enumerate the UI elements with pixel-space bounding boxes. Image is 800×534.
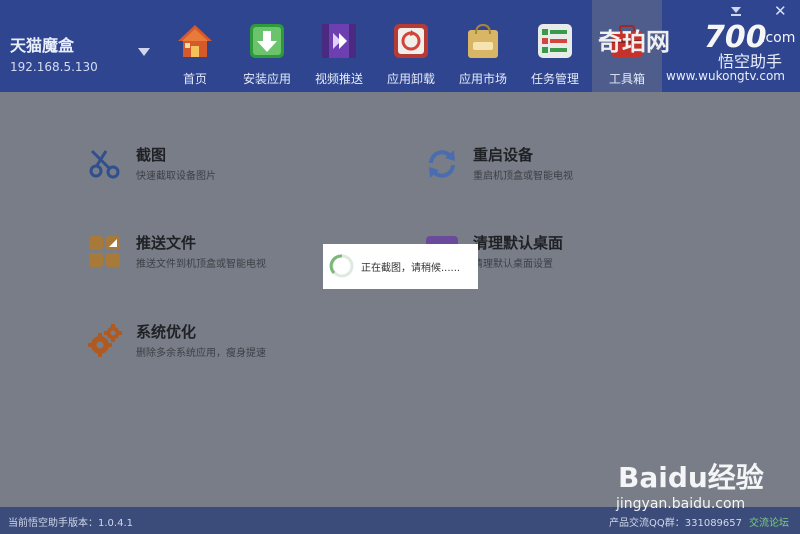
tool-description: 清理默认桌面设置	[473, 259, 553, 270]
nav-app-market[interactable]: 应用市场	[448, 0, 518, 92]
nav-install[interactable]: 安装应用	[232, 0, 302, 92]
home-icon	[178, 25, 212, 57]
nav-label: 视频推送	[314, 72, 363, 86]
tool-title: 推送文件	[136, 234, 197, 252]
device-ip: 192.168.5.130	[10, 60, 98, 74]
brand-com: .com	[761, 30, 796, 46]
device-selector[interactable]: 天猫魔盒 192.168.5.130	[10, 37, 98, 75]
spinner-icon	[329, 254, 354, 278]
toolbox-panel: 截图 快速截取设备图片 重启设备 重启机顶盒或智能电视 推送文件 推送文件到机顶…	[0, 92, 800, 507]
brand-url: www.wukongtv.com	[666, 69, 785, 83]
nav-label: 任务管理	[530, 72, 579, 86]
tool-description: 删除多余系统应用，瘦身提速	[136, 348, 266, 359]
loading-dialog: 正在截图，请稍候......	[323, 244, 478, 289]
nav-home[interactable]: 首页	[160, 0, 230, 92]
scissors-icon	[89, 149, 120, 179]
nav-label: 应用市场	[458, 72, 507, 86]
minimize-button[interactable]	[729, 6, 743, 16]
version-text: 当前悟空助手版本：1.0.4.1	[8, 518, 133, 529]
watermark-url: jingyan.baidu.com	[616, 496, 746, 512]
uninstall-icon	[394, 24, 428, 58]
header-bar: 天猫魔盒 192.168.5.130 首页 安装应用 视频推送 应用卸载 应用市…	[0, 0, 800, 92]
app-market-icon	[468, 23, 498, 58]
tool-description: 快速截取设备图片	[136, 171, 216, 182]
nav-label: 首页	[182, 72, 207, 86]
device-name[interactable]: 天猫魔盒	[10, 37, 98, 55]
push-file-icon	[89, 236, 120, 267]
nav-label: 应用卸载	[386, 72, 435, 86]
tool-description: 推送文件到机顶盒或智能电视	[136, 259, 266, 270]
nav-task-manager[interactable]: 任务管理	[520, 0, 590, 92]
nav-label: 安装应用	[242, 72, 291, 86]
tool-description: 重启机顶盒或智能电视	[473, 171, 573, 182]
gears-icon	[88, 324, 122, 357]
nav-uninstall[interactable]: 应用卸载	[376, 0, 446, 92]
nav-video-push[interactable]: 视频推送	[304, 0, 374, 92]
close-button[interactable]: ✕	[774, 2, 787, 20]
chevron-down-icon[interactable]	[138, 48, 150, 56]
baidu-jingyan-logo: Baidu经验	[618, 461, 764, 494]
video-push-icon	[322, 24, 356, 58]
tool-title: 截图	[136, 146, 167, 164]
tool-title: 清理默认桌面	[473, 234, 564, 252]
refresh-icon	[429, 150, 455, 178]
install-icon	[250, 24, 284, 58]
task-manager-icon	[538, 24, 572, 58]
tool-title: 系统优化	[136, 323, 197, 341]
loading-message: 正在截图，请稍候......	[361, 263, 461, 274]
tool-title: 重启设备	[473, 146, 534, 164]
site-watermark-text: 奇珀网	[598, 28, 670, 56]
nav-label: 工具箱	[608, 72, 645, 86]
baidu-watermark: Baidu经验 jingyan.baidu.com	[616, 456, 796, 526]
